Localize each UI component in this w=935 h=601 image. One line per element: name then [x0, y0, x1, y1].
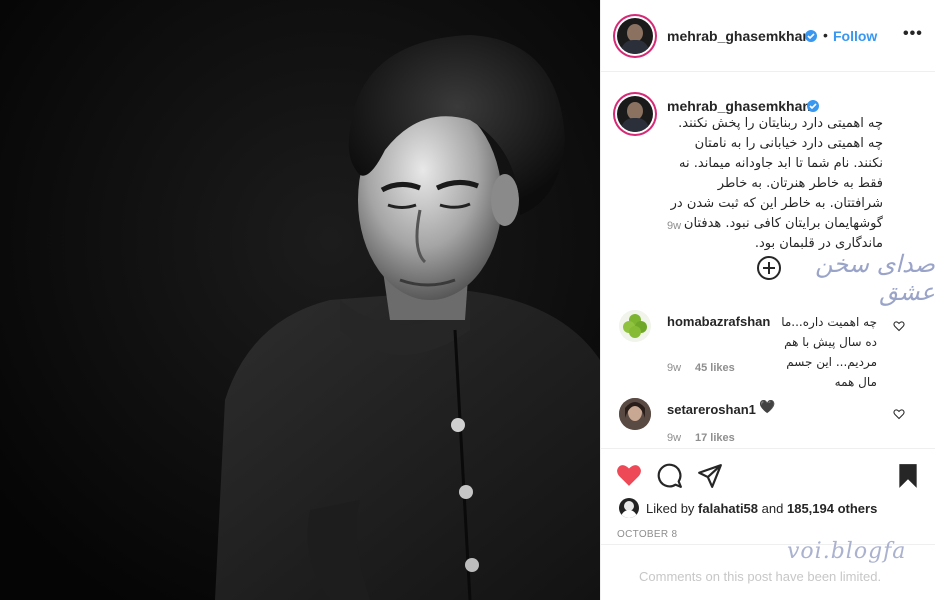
comment-avatar[interactable]	[619, 310, 651, 342]
caption-text: چه اهمیتی دارد ربنایتان را پخش نکنند. چه…	[670, 116, 883, 251]
comment-footer: voi.blogfa Comments on this post have be…	[601, 539, 935, 601]
comment-like-icon[interactable]	[893, 320, 905, 332]
post-photo[interactable]	[0, 0, 600, 600]
more-options-icon[interactable]: •••	[903, 25, 923, 43]
comment-time[interactable]: 9w	[667, 432, 681, 444]
post-header: mehrab_ghasemkhani • Follow •••	[601, 0, 935, 72]
overlay-calligraphy: صدای سخن عشق	[815, 250, 935, 306]
follow-button[interactable]: Follow	[833, 28, 877, 44]
post-sidebar: mehrab_ghasemkhani • Follow ••• mehrab_g…	[600, 0, 935, 600]
comments-limited-notice: Comments on this post have been limited.	[639, 569, 882, 584]
comment-likes[interactable]: 17 likes	[695, 432, 735, 444]
caption-username[interactable]: mehrab_ghasemkhani	[667, 98, 815, 114]
author-username[interactable]: mehrab_ghasemkhani	[667, 28, 815, 44]
paper-plane-icon[interactable]	[697, 463, 723, 489]
comment-time[interactable]: 9w	[667, 362, 681, 374]
verified-icon	[807, 100, 819, 112]
comment-username[interactable]: setareroshan1	[667, 402, 756, 417]
action-bar: Liked by falahati58 and 185,194 others O…	[601, 448, 935, 545]
comment-like-icon[interactable]	[893, 408, 905, 420]
caption-time[interactable]: 9w	[667, 220, 681, 232]
liked-by-prefix: Liked by	[646, 501, 695, 516]
liked-by-count[interactable]: 185,194 others	[787, 501, 877, 516]
author-avatar[interactable]	[617, 18, 653, 54]
comment-text: 🖤	[759, 400, 776, 415]
portrait-image	[0, 0, 600, 600]
post-date[interactable]: OCTOBER 8	[617, 529, 677, 540]
bookmark-filled-icon[interactable]	[897, 463, 919, 489]
caption-author-avatar[interactable]	[617, 96, 653, 132]
liked-by-user[interactable]: falahati58	[698, 501, 758, 516]
add-circle-icon[interactable]	[757, 256, 781, 280]
verified-icon	[805, 30, 817, 42]
heart-filled-icon[interactable]	[616, 463, 642, 487]
comment-likes[interactable]: 45 likes	[695, 362, 735, 374]
comment-avatar[interactable]	[619, 398, 651, 430]
liked-by-line: Liked by falahati58 and 185,194 others	[646, 501, 877, 516]
liked-by-and: and	[761, 501, 784, 516]
separator-dot: •	[823, 27, 828, 43]
comment-text: چه اهمیت داره...ما ده سال پیش با هم مردی…	[781, 315, 877, 389]
comment-icon[interactable]	[657, 463, 683, 489]
comment-username[interactable]: homabazrafshan	[667, 314, 770, 329]
blog-watermark: voi.blogfa	[787, 539, 907, 564]
liker-avatar[interactable]	[619, 498, 639, 518]
